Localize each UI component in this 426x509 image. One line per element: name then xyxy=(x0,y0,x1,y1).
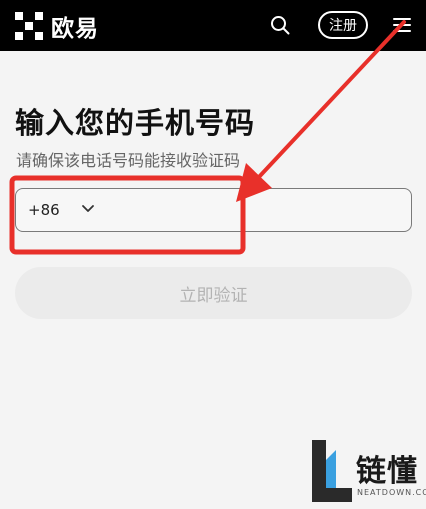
brand-name: 欧易 xyxy=(51,16,99,42)
phone-number-field[interactable]: +86 xyxy=(15,188,412,232)
screen: 欧易 注册 输入您的手机号码 请确保该电话号码能接收验证码 +86 立即验证 链… xyxy=(0,0,426,509)
hamburger-menu-icon[interactable] xyxy=(393,16,411,34)
search-icon[interactable] xyxy=(270,15,290,35)
page-subtitle: 请确保该电话号码能接收验证码 xyxy=(16,151,241,170)
verify-button[interactable]: 立即验证 xyxy=(15,267,412,319)
watermark-domain: NEATDOWN.COM xyxy=(357,488,426,497)
brand-logo[interactable]: 欧易 xyxy=(15,10,99,42)
chevron-down-icon[interactable] xyxy=(81,204,95,214)
watermark-logo-icon xyxy=(312,440,352,502)
country-code-selector[interactable]: +86 xyxy=(28,201,60,219)
watermark-text: 链懂 xyxy=(356,454,418,489)
site-watermark: 链懂 NEATDOWN.COM xyxy=(312,436,426,506)
okx-logo-icon xyxy=(15,12,43,40)
register-button[interactable]: 注册 xyxy=(318,11,368,39)
page-title: 输入您的手机号码 xyxy=(15,106,256,140)
top-nav-bar: 欧易 注册 xyxy=(0,0,426,51)
highlight-annotation xyxy=(9,20,406,255)
